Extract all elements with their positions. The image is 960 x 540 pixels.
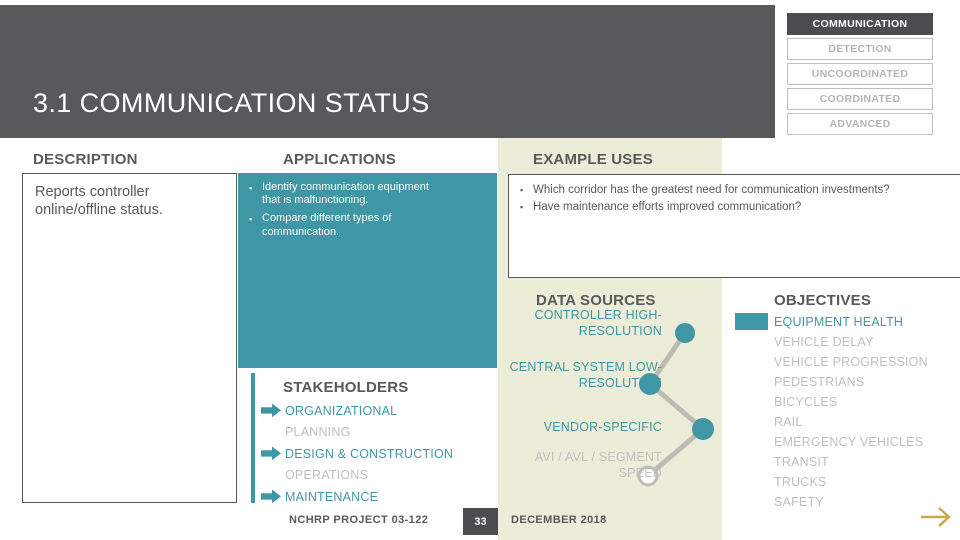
data-source-controller-high-resolution[interactable]: CONTROLLER HIGH-RESOLUTION — [507, 308, 662, 339]
objective-label: BICYCLES — [774, 395, 838, 409]
bullet-icon: ▪ — [249, 183, 253, 193]
stakeholder-design-construction[interactable]: DESIGN & CONSTRUCTION — [255, 443, 495, 465]
objectives-list: EQUIPMENT HEALTH VEHICLE DELAY VEHICLE P… — [735, 313, 949, 513]
stakeholder-maintenance[interactable]: MAINTENANCE — [255, 486, 495, 508]
objective-trucks[interactable]: TRUCKS — [774, 473, 949, 491]
page-title: 3.1 COMMUNICATION STATUS — [33, 88, 430, 118]
objective-pedestrians[interactable]: PEDESTRIANS — [774, 373, 949, 391]
list-item: ▪ Compare different types of communicati… — [249, 212, 487, 238]
application-text: Identify communication equipment that is… — [262, 181, 429, 207]
heading-data-sources: DATA SOURCES — [536, 292, 656, 309]
heading-stakeholders: STAKEHOLDERS — [283, 379, 409, 396]
data-source-avi-avl-segment-speed[interactable]: AVI / AVL / SEGMENT SPEED — [507, 450, 662, 481]
badge-advanced[interactable]: ADVANCED — [787, 113, 933, 135]
heading-example-uses: EXAMPLE USES — [533, 151, 653, 168]
objective-bicycles[interactable]: BICYCLES — [774, 393, 949, 411]
maturity-badge-stack: COMMUNICATION DETECTION UNCOORDINATED CO… — [787, 13, 933, 138]
stakeholder-label: DESIGN & CONSTRUCTION — [285, 446, 454, 461]
list-item: ▪ Have maintenance efforts improved comm… — [520, 200, 960, 214]
badge-label: ADVANCED — [829, 118, 891, 130]
data-source-central-system-low-resolution[interactable]: CENTRAL SYSTEM LOW-RESOLUTION — [507, 360, 662, 391]
heading-applications: APPLICATIONS — [283, 151, 396, 168]
footer-page-box: 33 — [463, 508, 498, 535]
arrow-right-icon — [261, 403, 281, 418]
active-chip — [735, 313, 768, 330]
objective-equipment-health[interactable]: EQUIPMENT HEALTH — [735, 313, 949, 331]
example-use-text: Have maintenance efforts improved commun… — [533, 201, 802, 213]
bullet-icon: ▪ — [520, 202, 524, 212]
objective-label: SAFETY — [774, 495, 824, 509]
badge-label: COMMUNICATION — [812, 18, 908, 30]
stakeholder-label: PLANNING — [285, 425, 351, 440]
badge-uncoordinated[interactable]: UNCOORDINATED — [787, 63, 933, 85]
badge-label: COORDINATED — [819, 93, 901, 105]
objective-label: RAIL — [774, 415, 803, 429]
arrow-right-icon — [261, 446, 281, 461]
application-text: Compare different types of communication… — [262, 212, 392, 238]
objective-label: VEHICLE DELAY — [774, 335, 874, 349]
bullet-icon: ▪ — [520, 185, 524, 195]
example-uses-list: ▪ Which corridor has the greatest need f… — [520, 183, 960, 214]
slide-root: 3.1 COMMUNICATION STATUS COMMUNICATION D… — [0, 0, 960, 540]
example-use-text: Which corridor has the greatest need for… — [533, 184, 890, 196]
footer-project: NCHRP PROJECT 03-122 — [289, 514, 429, 526]
heading-objectives: OBJECTIVES — [774, 292, 872, 309]
data-sources-group: CONTROLLER HIGH-RESOLUTION CENTRAL SYSTE… — [505, 308, 720, 503]
stakeholder-organizational[interactable]: ORGANIZATIONAL — [255, 400, 495, 422]
description-text: Reports controller online/offline status… — [35, 184, 163, 218]
badge-detection[interactable]: DETECTION — [787, 38, 933, 60]
objective-rail[interactable]: RAIL — [774, 413, 949, 431]
badge-label: DETECTION — [828, 43, 892, 55]
stakeholder-operations[interactable]: OPERATIONS — [255, 465, 495, 487]
objective-vehicle-progression[interactable]: VEHICLE PROGRESSION — [774, 353, 949, 371]
objective-label: TRUCKS — [774, 475, 827, 489]
objective-label: EQUIPMENT HEALTH — [774, 315, 904, 329]
data-source-vendor-specific[interactable]: VENDOR-SPECIFIC — [507, 420, 662, 436]
applications-list: ▪ Identify communication equipment that … — [249, 181, 487, 239]
arrow-right-icon — [261, 489, 281, 504]
applications-panel: ▪ Identify communication equipment that … — [238, 173, 497, 368]
objective-label: VEHICLE PROGRESSION — [774, 355, 928, 369]
example-uses-panel: ▪ Which corridor has the greatest need f… — [508, 174, 960, 278]
stakeholder-label: OPERATIONS — [285, 468, 369, 483]
badge-coordinated[interactable]: COORDINATED — [787, 88, 933, 110]
objective-vehicle-delay[interactable]: VEHICLE DELAY — [774, 333, 949, 351]
badge-label: UNCOORDINATED — [811, 68, 909, 80]
list-item: ▪ Identify communication equipment that … — [249, 181, 487, 207]
stakeholder-label: ORGANIZATIONAL — [285, 403, 398, 418]
stakeholder-label: MAINTENANCE — [285, 489, 379, 504]
page-number: 33 — [474, 515, 487, 528]
objective-transit[interactable]: TRANSIT — [774, 453, 949, 471]
objective-label: EMERGENCY VEHICLES — [774, 435, 924, 449]
objective-label: PEDESTRIANS — [774, 375, 865, 389]
objective-emergency-vehicles[interactable]: EMERGENCY VEHICLES — [774, 433, 949, 451]
description-panel: Reports controller online/offline status… — [22, 173, 237, 503]
footer-date: DECEMBER 2018 — [511, 514, 607, 526]
stakeholders-list: ORGANIZATIONAL PLANNING DESIGN & CONSTRU… — [255, 400, 495, 508]
heading-description: DESCRIPTION — [33, 151, 138, 168]
objective-label: TRANSIT — [774, 455, 829, 469]
badge-communication[interactable]: COMMUNICATION — [787, 13, 933, 35]
list-item: ▪ Which corridor has the greatest need f… — [520, 183, 960, 197]
stakeholder-planning[interactable]: PLANNING — [255, 422, 495, 444]
bullet-icon: ▪ — [249, 214, 253, 225]
arrow-right-icon[interactable] — [919, 503, 953, 531]
